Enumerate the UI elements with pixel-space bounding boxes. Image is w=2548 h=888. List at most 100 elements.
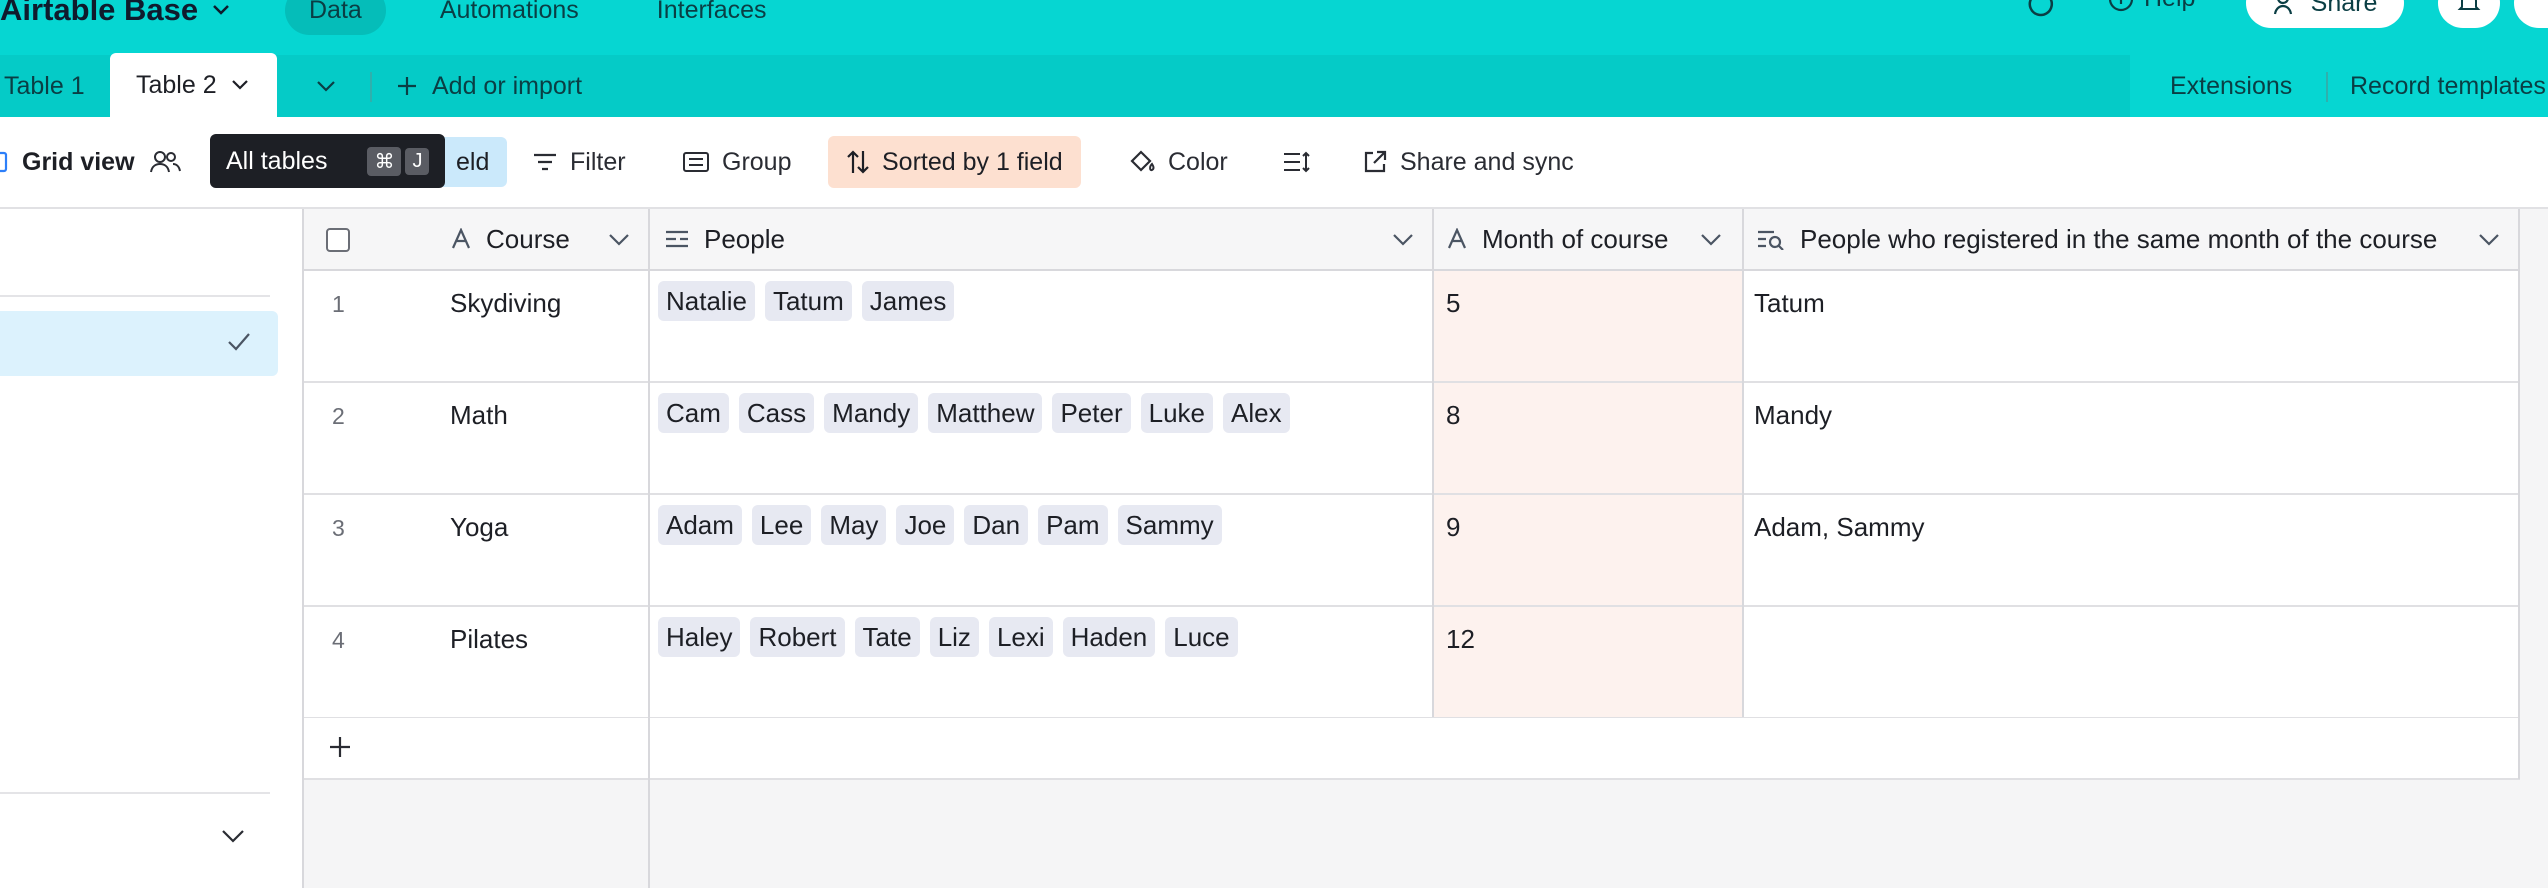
row-height-button[interactable] [1282, 117, 1312, 207]
month-cell[interactable]: 12 [1446, 624, 1475, 655]
help-label: Help [2144, 0, 2195, 13]
people-cell[interactable]: Cam Cass Mandy Matthew Peter Luke Alex [658, 393, 1300, 433]
check-icon [226, 331, 252, 353]
column-header-course[interactable]: Course [450, 209, 570, 269]
sorted-cell-highlight [1434, 271, 1742, 381]
linked-record-pill[interactable]: May [821, 505, 887, 545]
divider [370, 72, 372, 102]
tab-table-2[interactable]: Table 2 [110, 53, 277, 117]
group-button[interactable]: Group [682, 117, 791, 207]
table-row[interactable] [304, 271, 2520, 383]
color-button[interactable]: Color [1128, 117, 1228, 207]
help-icon [2108, 0, 2134, 12]
external-link-icon [1362, 149, 1388, 175]
linked-record-pill[interactable]: Robert [750, 617, 845, 657]
same-month-cell[interactable]: Adam, Sammy [1754, 512, 1925, 543]
column-header-same-month[interactable]: People who registered in the same month … [1756, 209, 2437, 269]
table-row[interactable] [304, 607, 2520, 719]
all-tables-dropdown[interactable] [316, 55, 336, 117]
linked-record-pill[interactable]: Adam [658, 505, 742, 545]
linked-record-pill[interactable]: Dan [964, 505, 1029, 545]
share-and-sync-button[interactable]: Share and sync [1362, 117, 1574, 207]
lookup-field-icon [1756, 228, 1786, 250]
share-label: Share [2310, 0, 2378, 17]
linked-record-pill[interactable]: Haden [1062, 617, 1156, 657]
add-record-row[interactable] [304, 718, 2520, 780]
same-month-cell[interactable]: Mandy [1754, 400, 1832, 431]
column-header-people[interactable]: People [664, 209, 785, 269]
column-divider [648, 209, 650, 888]
linked-record-pill[interactable]: Natalie [658, 281, 755, 321]
history-icon[interactable] [2026, 0, 2062, 22]
chevron-down-icon[interactable] [1700, 233, 1722, 247]
people-icon [2273, 0, 2301, 16]
record-templates-button[interactable]: Record templates [2350, 55, 2546, 117]
base-title-label: Airtable Base [0, 0, 199, 27]
column-divider [1742, 209, 1744, 717]
linked-record-pill[interactable]: Alex [1223, 393, 1290, 433]
course-cell[interactable]: Pilates [450, 624, 528, 655]
linked-record-pill[interactable]: Pam [1038, 505, 1108, 545]
course-cell[interactable]: Math [450, 400, 508, 431]
linked-record-pill[interactable]: Joe [896, 505, 955, 545]
column-header-label: Course [486, 223, 570, 254]
table-row[interactable] [304, 383, 2520, 495]
hide-fields-label: eld [456, 147, 490, 176]
linked-record-pill[interactable]: Mandy [824, 393, 919, 433]
chevron-down-icon[interactable] [231, 79, 249, 91]
people-cell[interactable]: Haley Robert Tate Liz Lexi Haden Luce [658, 617, 1248, 657]
linked-record-pill[interactable]: Sammy [1117, 505, 1222, 545]
row-number: 2 [332, 403, 345, 429]
course-cell[interactable]: Skydiving [450, 288, 561, 319]
course-cell[interactable]: Yoga [450, 512, 508, 543]
help-button[interactable]: Help [2108, 0, 2195, 13]
nav-tab-automations[interactable]: Automations [416, 0, 603, 35]
linked-record-pill[interactable]: James [861, 281, 955, 321]
linked-record-pill[interactable]: Lee [751, 505, 812, 545]
month-cell[interactable]: 8 [1446, 400, 1460, 431]
linked-record-pill[interactable]: Lexi [988, 617, 1053, 657]
sorted-cell-highlight [1434, 607, 1742, 717]
table-row[interactable] [304, 495, 2520, 607]
same-month-cell[interactable]: Tatum [1754, 288, 1825, 319]
select-all-checkbox[interactable] [326, 228, 350, 252]
linked-record-pill[interactable]: Cass [738, 393, 815, 433]
chevron-down-icon[interactable] [608, 233, 630, 247]
extensions-button[interactable]: Extensions [2170, 55, 2292, 117]
column-header-month-of-course[interactable]: Month of course [1446, 209, 1668, 269]
chevron-down-icon[interactable] [220, 828, 246, 844]
sort-button[interactable]: Sorted by 1 field [828, 136, 1081, 188]
linked-record-pill[interactable]: Matthew [928, 393, 1043, 433]
linked-record-pill[interactable]: Tate [854, 617, 920, 657]
nav-tab-data[interactable]: Data [285, 0, 386, 35]
people-cell[interactable]: Natalie Tatum James [658, 281, 964, 321]
all-tables-tooltip: All tables ⌘ J [210, 134, 446, 188]
column-divider [1432, 209, 1434, 717]
linked-record-pill[interactable]: Peter [1052, 393, 1131, 433]
chevron-down-icon[interactable] [1392, 233, 1414, 247]
linked-record-pill[interactable]: Luke [1140, 393, 1214, 433]
linked-record-pill[interactable]: Liz [929, 617, 979, 657]
linked-record-pill[interactable]: Haley [658, 617, 741, 657]
plus-icon[interactable] [328, 735, 352, 759]
sorted-cell-highlight [1434, 383, 1742, 493]
add-or-import-button[interactable]: Add or import [396, 55, 582, 117]
month-cell[interactable]: 9 [1446, 512, 1460, 543]
linked-record-pill[interactable]: Tatum [764, 281, 852, 321]
share-button[interactable]: Share [2246, 0, 2404, 28]
sort-icon [846, 149, 870, 175]
view-switcher[interactable]: Grid view [0, 117, 181, 207]
month-cell[interactable]: 5 [1446, 288, 1460, 319]
tab-table-1[interactable]: Table 1 [0, 55, 105, 117]
text-field-icon [1446, 228, 1468, 250]
view-name: Grid view [22, 147, 135, 176]
linked-record-pill[interactable]: Luce [1165, 617, 1238, 657]
chevron-down-icon[interactable] [2478, 233, 2500, 247]
base-title[interactable]: Airtable Base [0, 0, 230, 28]
linked-record-pill[interactable]: Cam [658, 393, 729, 433]
nav-tab-interfaces[interactable]: Interfaces [633, 0, 791, 35]
filter-button[interactable]: Filter [532, 117, 626, 207]
people-cell[interactable]: Adam Lee May Joe Dan Pam Sammy [658, 505, 1232, 545]
grid-icon [0, 151, 8, 173]
sort-label: Sorted by 1 field [882, 147, 1063, 176]
